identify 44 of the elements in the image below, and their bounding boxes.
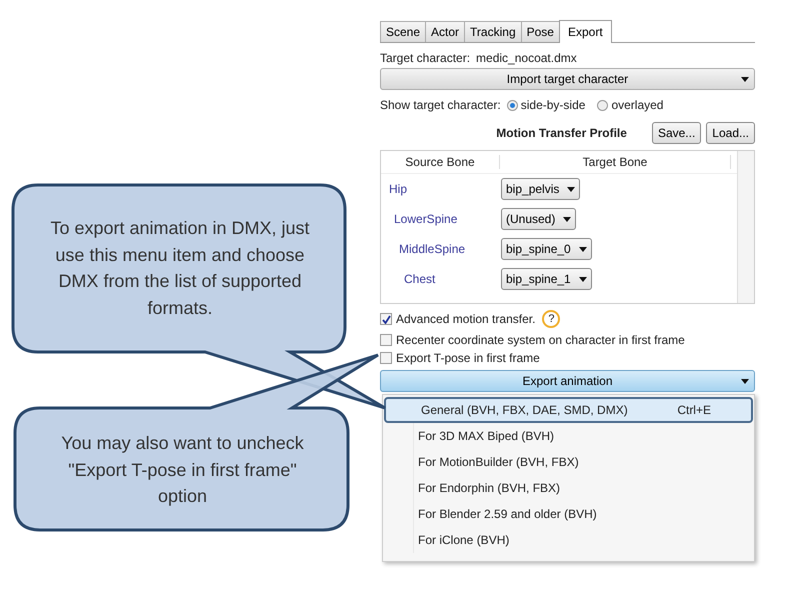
column-header[interactable]: Source Bone — [381, 155, 500, 169]
checkbox-label[interactable]: Advanced motion transfer. — [396, 312, 536, 326]
bone-name: MiddleSpine — [398, 242, 466, 256]
menu-item-label: For iClone (BVH) — [418, 533, 510, 547]
checkbox-label[interactable]: Recenter coordinate system on character in first frame — [396, 333, 685, 347]
import-dropdown-button[interactable]: Import target character — [380, 68, 755, 90]
tab[interactable]: Scene — [380, 21, 426, 42]
radio-label[interactable]: side-by-side — [520, 98, 586, 112]
column-header[interactable]: Target Bone — [500, 155, 731, 169]
radio-label[interactable]: overlayed — [611, 98, 664, 112]
menu-item[interactable]: General (BVH, FBX, DAE, SMD, DMX) Ctrl+E — [384, 397, 753, 423]
tab[interactable]: Export — [558, 20, 612, 43]
bone-dropdown[interactable]: (Unused) — [501, 208, 576, 230]
profile-button[interactable]: Save... — [652, 122, 702, 144]
bone-name: Chest — [403, 272, 436, 286]
menu-item[interactable]: For MotionBuilder (BVH, FBX) — [383, 449, 754, 475]
bone-dropdown[interactable]: bip_spine_0 — [501, 238, 592, 260]
menu-item-label: For 3D MAX Biped (BVH) — [418, 429, 554, 443]
export-dropdown-button[interactable]: Export animation — [380, 370, 755, 392]
tab[interactable]: Actor — [425, 21, 466, 42]
bone-dropdown[interactable]: bip_spine_1 — [501, 268, 592, 290]
bone-dropdown[interactable]: bip_pelvis — [501, 178, 580, 200]
callout-text: You may also want to uncheck "Export T-pose in first frame" option — [60, 432, 305, 508]
menu-item-label: For Endorphin (BVH, FBX) — [418, 481, 560, 495]
field-label: Target character: — [380, 51, 470, 65]
bone-name: Hip — [388, 182, 408, 196]
menu-item[interactable]: For 3D MAX Biped (BVH) — [383, 423, 754, 449]
shortcut-text: Ctrl+E — [677, 403, 711, 417]
menu-item-label: General (BVH, FBX, DAE, SMD, DMX) — [421, 403, 628, 417]
menu-item[interactable]: For iClone (BVH) — [383, 527, 754, 553]
field-value: medic_nocoat.dmx — [476, 51, 577, 65]
menu-item-label: For Blender 2.59 and older (BVH) — [418, 507, 597, 521]
callout-text: To export animation in DMX, just use this menu item and choose DMX from the list of supported formats. — [49, 217, 311, 320]
profile-button[interactable]: Load... — [706, 122, 755, 144]
help-button[interactable]: ? — [542, 310, 560, 328]
menu-item[interactable]: For Blender 2.59 and older (BVH) — [383, 501, 754, 527]
menu-item-label: For MotionBuilder (BVH, FBX) — [418, 455, 579, 469]
menu-item[interactable]: For Endorphin (BVH, FBX) — [383, 475, 754, 501]
section-title: Motion Transfer Profile — [496, 126, 627, 140]
tab[interactable]: Tracking — [464, 21, 522, 42]
bone-name: LowerSpine — [393, 212, 458, 226]
tab[interactable]: Pose — [520, 21, 560, 42]
checkbox-label[interactable]: Export T-pose in first frame — [396, 351, 540, 365]
field-label: Show target character: — [380, 98, 501, 112]
